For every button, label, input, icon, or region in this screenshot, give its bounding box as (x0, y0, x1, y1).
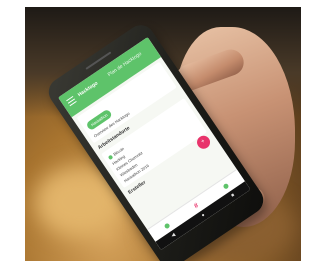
back-icon[interactable]: ◀ (170, 232, 177, 239)
menu-icon[interactable] (66, 95, 77, 107)
nav-dot-icon[interactable] (163, 222, 171, 230)
hash-icon[interactable]: # (193, 202, 200, 210)
recents-icon[interactable]: ■ (230, 192, 236, 199)
photo: Hacktogo Plan de Hacktogo Hackathon Over… (25, 7, 301, 261)
app-subtitle: Plan de Hacktogo (106, 50, 143, 79)
nav-dot-icon[interactable] (222, 182, 230, 190)
home-icon[interactable]: ● (200, 212, 206, 219)
app-title: Hacktogo (76, 80, 100, 99)
